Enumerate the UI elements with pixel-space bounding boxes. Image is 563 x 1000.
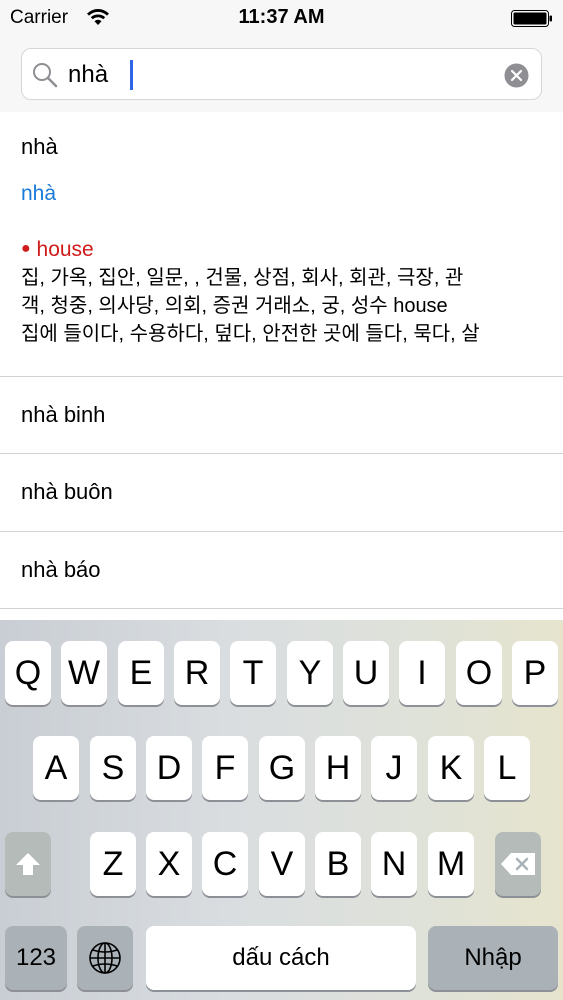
numbers-key[interactable]: 123: [5, 926, 67, 990]
key-y[interactable]: Y: [287, 641, 333, 705]
result-title: nhà buôn: [21, 479, 113, 504]
result-title: nhà: [21, 134, 58, 159]
keyboard-row-1: Q W E R T Y U I O P: [0, 641, 563, 705]
key-g[interactable]: G: [259, 736, 305, 800]
key-d[interactable]: D: [146, 736, 192, 800]
key-f[interactable]: F: [202, 736, 248, 800]
key-i[interactable]: I: [399, 641, 445, 705]
result-title: nhà binh: [21, 402, 106, 427]
clear-icon[interactable]: [504, 63, 529, 88]
key-n[interactable]: N: [371, 832, 417, 896]
result-row-expanded[interactable]: nhà nhà ● house 집, 가옥, 집안, 일문, , 건물, 상점,…: [0, 112, 563, 377]
meaning-line: 집, 가옥, 집안, 일문, , 건물, 상점, 회사, 회관, 극장, 관: [21, 267, 464, 289]
key-u[interactable]: U: [343, 641, 389, 705]
key-a[interactable]: A: [33, 736, 79, 800]
key-j[interactable]: J: [371, 736, 417, 800]
bullet-icon: ●: [21, 240, 31, 257]
delete-icon: [501, 853, 535, 875]
shift-key[interactable]: [5, 832, 51, 896]
key-b[interactable]: B: [315, 832, 361, 896]
key-w[interactable]: W: [61, 641, 107, 705]
key-c[interactable]: C: [202, 832, 248, 896]
key-z[interactable]: Z: [90, 832, 136, 896]
definition-heading: ● house: [21, 238, 94, 262]
key-q[interactable]: Q: [5, 641, 51, 705]
key-x[interactable]: X: [146, 832, 192, 896]
key-l[interactable]: L: [484, 736, 530, 800]
meaning-line: 집에 들이다, 수용하다, 덮다, 안전한 곳에 들다, 묵다, 살: [21, 323, 480, 345]
result-row[interactable]: nhà báo: [0, 532, 563, 609]
definition-word: house: [36, 238, 94, 261]
globe-icon: [89, 942, 121, 974]
keyboard-row-2: A S D F G H J K L: [0, 736, 563, 800]
keyboard-row-4: 123 dấu cách Nhập: [0, 926, 563, 990]
delete-key[interactable]: [495, 832, 541, 896]
clock: 11:37 AM: [238, 6, 325, 28]
key-k[interactable]: K: [428, 736, 474, 800]
keyboard-row-3: Z X C V B N M: [0, 832, 563, 896]
meaning-line: 객, 청중, 의사당, 의회, 증권 거래소, 궁, 성수 house: [21, 295, 448, 317]
key-s[interactable]: S: [90, 736, 136, 800]
key-p[interactable]: P: [512, 641, 558, 705]
key-v[interactable]: V: [259, 832, 305, 896]
search-icon: [33, 63, 58, 88]
key-m[interactable]: M: [428, 832, 474, 896]
key-o[interactable]: O: [456, 641, 502, 705]
result-title: nhà báo: [21, 557, 101, 582]
key-r[interactable]: R: [174, 641, 220, 705]
key-e[interactable]: E: [118, 641, 164, 705]
key-h[interactable]: H: [315, 736, 361, 800]
space-key[interactable]: dấu cách: [146, 926, 416, 990]
text-caret: [130, 60, 133, 90]
search-field[interactable]: [21, 48, 542, 100]
key-t[interactable]: T: [230, 641, 276, 705]
return-key[interactable]: Nhập: [428, 926, 558, 990]
keyboard: Q W E R T Y U I O P A S D F G H J K L Z …: [0, 620, 563, 1000]
result-row[interactable]: nhà binh: [0, 377, 563, 454]
shift-icon: [16, 853, 40, 875]
result-row[interactable]: nhà buôn: [0, 454, 563, 532]
battery-icon: [511, 10, 552, 27]
globe-key[interactable]: [77, 926, 133, 990]
search-bar: [0, 38, 563, 112]
status-bar: Carrier 11:37 AM: [0, 0, 563, 38]
results-list: nhà nhà ● house 집, 가옥, 집안, 일문, , 건물, 상점,…: [0, 112, 563, 620]
entry-word[interactable]: nhà: [21, 182, 56, 206]
